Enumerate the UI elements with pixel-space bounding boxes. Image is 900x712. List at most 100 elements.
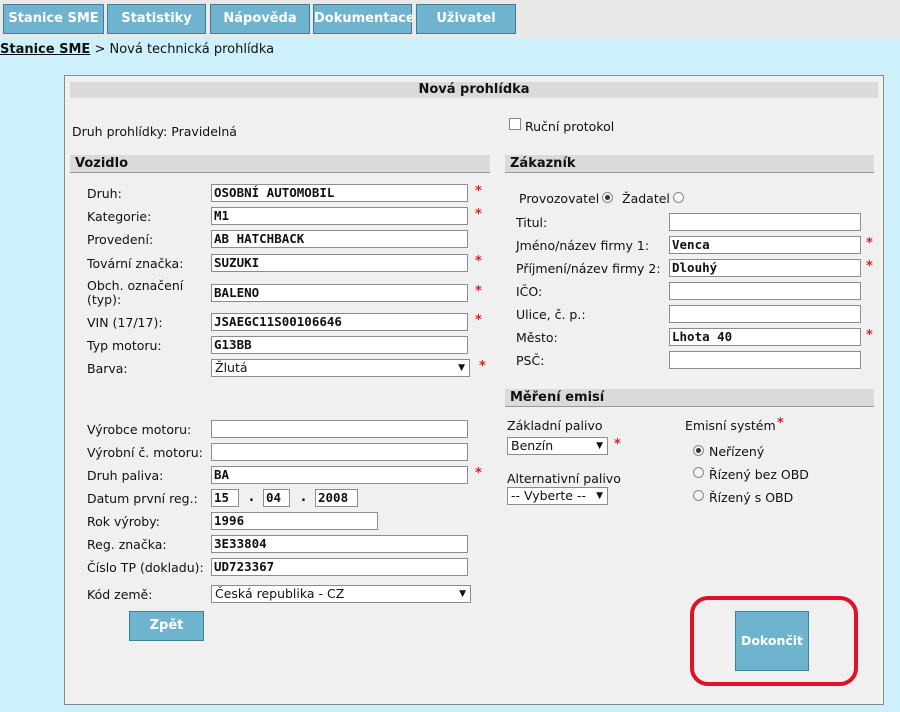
barva-select-value: Žlutá bbox=[215, 360, 248, 375]
alternativni-palivo-select[interactable]: -- Vyberte -- ▼ bbox=[507, 487, 608, 505]
emise-rizeny-bez-obd-radio[interactable] bbox=[693, 467, 704, 478]
mesto-input[interactable]: Lhota 40 bbox=[669, 328, 861, 346]
obch-oznaceni-label: Obch. označení (typ): bbox=[87, 279, 183, 307]
kategorie-input[interactable]: M1 bbox=[211, 207, 468, 225]
nav-statistiky[interactable]: Statistiky bbox=[107, 4, 206, 34]
znacka-label: Tovární značka: bbox=[87, 256, 184, 271]
required-mark: * bbox=[614, 437, 621, 452]
ico-label: IČO: bbox=[516, 284, 543, 299]
emise-rizeny-s-obd-radio[interactable] bbox=[693, 490, 704, 501]
ulice-label: Ulice, č. p.: bbox=[516, 307, 586, 322]
required-mark: * bbox=[475, 466, 482, 481]
provedeni-label: Provedení: bbox=[87, 232, 154, 247]
reg-znacka-input[interactable]: 3E33804 bbox=[211, 535, 468, 553]
emise-rizeny-bez-obd-label: Řízený bez OBD bbox=[709, 467, 809, 482]
nav-dokumentace[interactable]: Dokumentace bbox=[313, 4, 415, 34]
obch-oznaceni-label-line2: (typ): bbox=[87, 292, 122, 307]
emissions-section-heading: Měření emisí bbox=[505, 389, 874, 407]
kod-zeme-select[interactable]: Česká republika - CZ ▼ bbox=[211, 585, 471, 603]
vyrobce-motoru-label: Výrobce motoru: bbox=[87, 422, 192, 437]
provozovatel-radio[interactable] bbox=[602, 192, 613, 203]
kod-zeme-select-value: Česká republika - CZ bbox=[215, 586, 345, 601]
required-mark: * bbox=[475, 313, 482, 328]
obch-oznaceni-label-line1: Obch. označení bbox=[87, 278, 184, 293]
provedeni-input[interactable]: AB HATCHBACK bbox=[211, 230, 468, 248]
provozovatel-label: Provozovatel bbox=[519, 191, 600, 206]
prijmeni-input[interactable]: Dlouhý bbox=[669, 259, 861, 277]
vehicle-section-heading: Vozidlo bbox=[70, 155, 490, 173]
required-mark: * bbox=[866, 328, 873, 343]
emisni-system-label: Emisní systém bbox=[685, 418, 776, 433]
druh-label: Druh: bbox=[87, 186, 122, 201]
inspection-type-label: Druh prohlídky: Pravidelná bbox=[72, 124, 237, 139]
nav-napoveda[interactable]: Nápověda bbox=[210, 4, 310, 34]
vyrobce-motoru-input[interactable] bbox=[211, 420, 468, 438]
zakladni-palivo-select[interactable]: Benzín ▼ bbox=[507, 437, 608, 455]
emise-rizeny-s-obd-label: Řízený s OBD bbox=[709, 490, 794, 505]
breadcrumb-home-link[interactable]: Stanice SME bbox=[0, 42, 90, 57]
chevron-down-icon: ▼ bbox=[596, 441, 603, 451]
mesto-label: Město: bbox=[516, 330, 558, 345]
breadcrumb-current: Nová technická prohlídka bbox=[109, 42, 275, 57]
titul-label: Titul: bbox=[516, 215, 548, 230]
rok-vyroby-label: Rok výroby: bbox=[87, 514, 160, 529]
breadcrumb-separator: > bbox=[94, 42, 106, 57]
required-mark: * bbox=[475, 284, 482, 299]
top-navbar: Stanice SME Statistiky Nápověda Dokument… bbox=[0, 0, 900, 38]
emise-nerizeny-radio[interactable] bbox=[693, 445, 704, 456]
vin-input[interactable]: JSAEGC11S00106646 bbox=[211, 313, 468, 331]
required-mark: * bbox=[479, 359, 486, 374]
rok-vyroby-input[interactable]: 1996 bbox=[211, 512, 378, 530]
typ-motoru-input[interactable]: G13BB bbox=[211, 336, 468, 354]
cislo-tp-label: Číslo TP (dokladu): bbox=[87, 560, 204, 575]
required-mark: * bbox=[866, 259, 873, 274]
jmeno-input[interactable]: Venca bbox=[669, 236, 861, 254]
required-mark: * bbox=[475, 184, 482, 199]
cislo-tp-input[interactable]: UD723367 bbox=[211, 558, 468, 576]
required-mark: * bbox=[475, 207, 482, 222]
psc-label: PSČ: bbox=[516, 353, 545, 368]
psc-input[interactable] bbox=[669, 351, 861, 369]
nav-stanice-sme[interactable]: Stanice SME bbox=[3, 4, 104, 34]
required-mark: * bbox=[777, 416, 784, 431]
manual-protocol-checkbox[interactable] bbox=[509, 118, 521, 130]
datum-day-input[interactable]: 15 bbox=[211, 489, 239, 507]
alternativni-palivo-select-value: -- Vyberte -- bbox=[511, 488, 586, 503]
date-separator: . bbox=[301, 490, 306, 505]
emise-nerizeny-label: Neřízený bbox=[709, 444, 765, 459]
kategorie-label: Kategorie: bbox=[87, 209, 152, 224]
ulice-input[interactable] bbox=[669, 305, 861, 323]
ico-input[interactable] bbox=[669, 282, 861, 300]
chevron-down-icon: ▼ bbox=[458, 363, 465, 373]
zakladni-palivo-label: Základní palivo bbox=[507, 418, 603, 433]
jmeno-label: Jméno/název firmy 1: bbox=[516, 238, 650, 253]
typ-motoru-label: Typ motoru: bbox=[87, 338, 162, 353]
manual-protocol-label: Ruční protokol bbox=[525, 119, 615, 134]
breadcrumb: Stanice SME > Nová technická prohlídka bbox=[0, 42, 274, 57]
required-mark: * bbox=[475, 254, 482, 269]
customer-section-heading: Zákazník bbox=[505, 155, 874, 173]
back-button[interactable]: Zpět bbox=[129, 611, 204, 641]
required-mark: * bbox=[866, 236, 873, 251]
finish-button[interactable]: Dokončit bbox=[735, 611, 809, 671]
druh-paliva-input[interactable]: BA bbox=[211, 466, 468, 484]
zadatel-radio[interactable] bbox=[673, 192, 684, 203]
titul-input[interactable] bbox=[669, 213, 861, 231]
barva-select[interactable]: Žlutá ▼ bbox=[211, 359, 470, 377]
alternativni-palivo-label: Alternativní palivo bbox=[507, 471, 621, 486]
druh-paliva-label: Druh paliva: bbox=[87, 468, 164, 483]
prijmeni-label: Příjmení/název firmy 2: bbox=[516, 261, 661, 276]
date-separator: . bbox=[249, 490, 254, 505]
chevron-down-icon: ▼ bbox=[459, 589, 466, 599]
vyrobni-cislo-label: Výrobní č. motoru: bbox=[87, 445, 203, 460]
vyrobni-cislo-input[interactable] bbox=[211, 443, 468, 461]
znacka-input[interactable]: SUZUKI bbox=[211, 254, 468, 272]
zakladni-palivo-select-value: Benzín bbox=[511, 438, 554, 453]
obch-oznaceni-input[interactable]: BALENO bbox=[211, 284, 468, 302]
datum-year-input[interactable]: 2008 bbox=[315, 489, 358, 507]
druh-input[interactable]: OSOBNÍ AUTOMOBIL bbox=[211, 184, 468, 202]
kod-zeme-label: Kód země: bbox=[87, 587, 153, 602]
barva-label: Barva: bbox=[87, 361, 128, 376]
nav-uzivatel[interactable]: Uživatel bbox=[416, 4, 516, 34]
datum-month-input[interactable]: 04 bbox=[263, 489, 290, 507]
